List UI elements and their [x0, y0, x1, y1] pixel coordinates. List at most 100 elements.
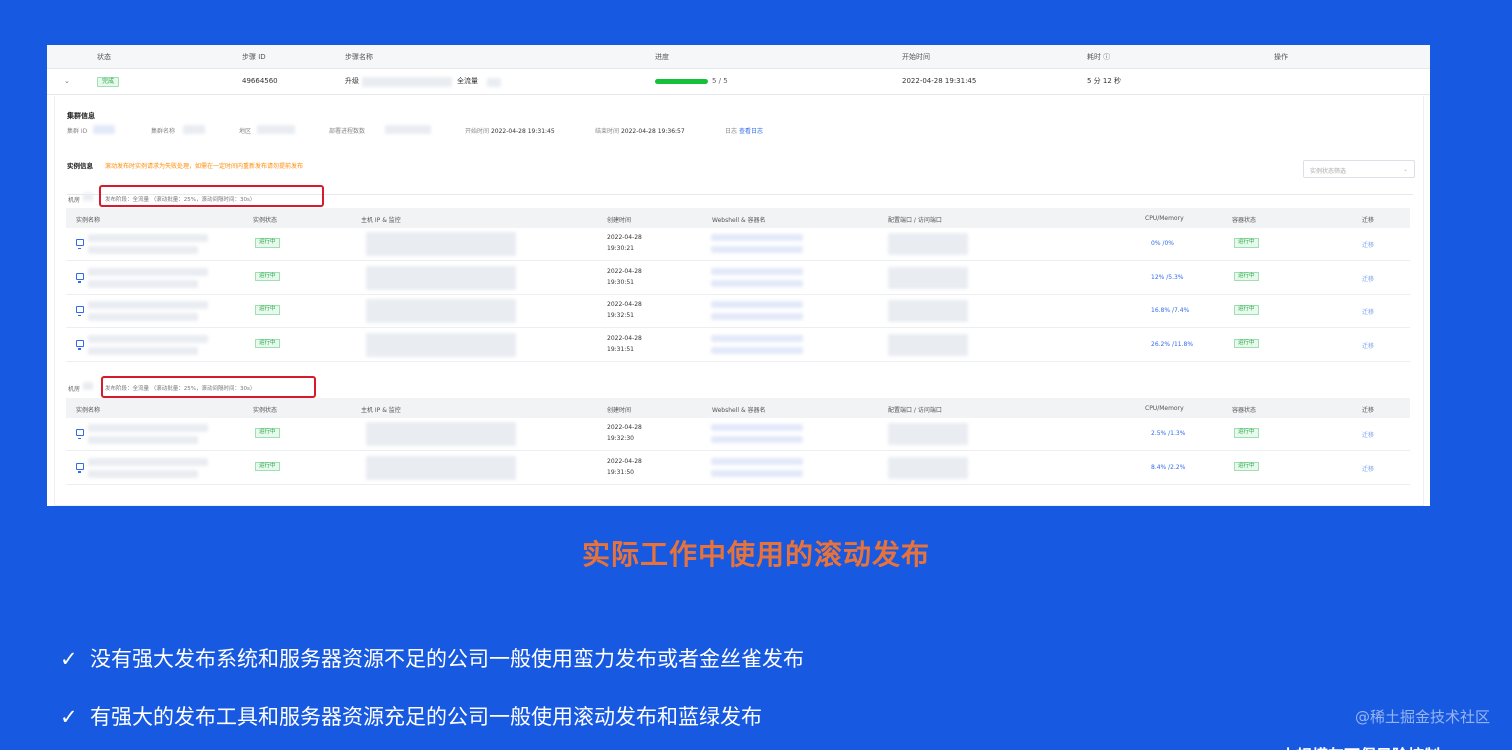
- th-host-ip: 主机 IP & 监控: [361, 217, 401, 224]
- bullet-text: 没有强大发布系统和服务器资源不足的公司一般使用蛮力发布或者金丝雀发布: [90, 647, 804, 671]
- instance-row[interactable]: 运行中 2022-04-28 19:31:51 26.2% /11.8% 运行中 迁移: [66, 329, 1410, 362]
- instance-row[interactable]: 运行中 2022-04-28 19:30:21 0% /0% 运行中 迁移: [66, 228, 1410, 261]
- redacted-host-ip: [366, 232, 516, 256]
- redacted-webshell: [711, 301, 803, 308]
- th-instance-status: 实例状态: [253, 407, 278, 414]
- end-label: 结束时间: [595, 128, 620, 135]
- header-step-id: 步骤 ID: [242, 53, 266, 61]
- instance-status-badge: 运行中: [255, 428, 280, 438]
- instance-row[interactable]: 运行中 2022-04-28 19:32:51 16.8% /7.4% 运行中 迁移: [66, 295, 1410, 328]
- create-date: 2022-04-28: [607, 457, 642, 465]
- cpu-memory-value[interactable]: 12% /5.3%: [1151, 274, 1184, 281]
- migrate-link[interactable]: 迁移: [1362, 240, 1374, 249]
- cluster-id-label: 集群 ID: [67, 128, 88, 135]
- create-date: 2022-04-28: [607, 424, 642, 431]
- header-start-time: 开始时间: [902, 53, 930, 61]
- th-instance-status: 实例状态: [253, 217, 278, 224]
- redacted-host-ip: [366, 455, 516, 480]
- redacted-process-count: [385, 125, 431, 134]
- step-name-suffix: 全流量: [457, 77, 478, 85]
- migrate-link[interactable]: 迁移: [1362, 307, 1374, 316]
- instance-row[interactable]: 运行中 2022-04-28 19:32:30 2.5% /1.3% 运行中 迁移: [66, 418, 1410, 451]
- release-console-screenshot: 状态 步骤 ID 步骤名称 进度 开始时间 耗时 ⓘ 操作 ⌄ 完成 49664…: [47, 45, 1430, 506]
- migrate-link[interactable]: 迁移: [1362, 464, 1374, 473]
- instance-status-badge: 运行中: [255, 238, 280, 248]
- redacted-instance-name: [88, 246, 198, 254]
- header-actions: 操作: [1274, 53, 1288, 61]
- cpu-memory-value[interactable]: 0% /0%: [1151, 240, 1174, 247]
- group-label: 机房: [68, 386, 81, 393]
- container-status-badge: 运行中: [1234, 461, 1259, 471]
- instance-table-header: 实例名称 实例状态 主机 IP & 监控 创建时间 Webshell & 容器名…: [66, 398, 1410, 418]
- container-status-badge: 运行中: [1234, 428, 1259, 438]
- redacted-webshell: [711, 457, 803, 465]
- redacted-host-ip: [366, 265, 516, 290]
- create-time: 19:32:30: [607, 435, 634, 442]
- migrate-link[interactable]: 迁移: [1362, 430, 1374, 439]
- container-status-badge: 运行中: [1234, 338, 1259, 348]
- header-progress: 进度: [655, 53, 669, 61]
- cpu-memory-value[interactable]: 8.4% /2.2%: [1151, 464, 1185, 471]
- group-rollout-info: 发布阶段：全流量 （滚动批量：25%，滚动间隔时间：30s）: [105, 197, 256, 203]
- redacted-instance-name: [88, 457, 208, 466]
- monitor-icon[interactable]: [76, 429, 84, 439]
- monitor-icon[interactable]: [76, 306, 84, 316]
- migrate-link[interactable]: 迁移: [1362, 274, 1374, 283]
- th-instance-name: 实例名称: [76, 217, 101, 224]
- redacted-instance-name: [88, 313, 198, 321]
- expand-chevron-icon[interactable]: ⌄: [64, 78, 70, 85]
- redacted-room: [83, 193, 93, 201]
- monitor-icon[interactable]: [76, 462, 84, 473]
- cpu-memory-value[interactable]: 2.5% /1.3%: [1151, 430, 1185, 437]
- redacted-instance-name: [88, 234, 208, 242]
- monitor-icon[interactable]: [76, 339, 84, 350]
- th-host-ip: 主机 IP & 监控: [361, 407, 401, 414]
- redacted-ports: [888, 456, 968, 479]
- instance-row[interactable]: 运行中 2022-04-28 19:31:50 8.4% /2.2% 运行中 迁移: [66, 452, 1410, 485]
- migrate-link[interactable]: 迁移: [1362, 341, 1374, 350]
- instance-warning: 滚动发布时实例请求为失败处理，如需在一定时间内重新发布请勿提前发布: [105, 163, 304, 170]
- cluster-info-title: 集群信息: [67, 112, 95, 120]
- monitor-icon[interactable]: [76, 239, 84, 249]
- instance-status-badge: 运行中: [255, 271, 280, 281]
- monitor-icon[interactable]: [76, 272, 84, 283]
- redacted-cluster-name: [183, 125, 205, 134]
- chevron-down-icon: ⌄: [1402, 166, 1408, 173]
- instance-status-filter[interactable]: 实例状态筛选 ⌄: [1303, 160, 1415, 178]
- view-log-link[interactable]: 查看日志: [739, 128, 763, 135]
- th-migrate: 迁移: [1362, 407, 1375, 414]
- step-id: 49664560: [242, 77, 278, 85]
- redacted-instance-name: [88, 469, 198, 478]
- step-row[interactable]: ⌄ 完成 49664560 升级 全流量 5 / 5 2022-04-28 19…: [47, 69, 1430, 95]
- redacted-instance-name: [88, 267, 208, 276]
- progress-bar: [655, 79, 708, 84]
- create-time: 19:30:51: [607, 278, 634, 286]
- cpu-memory-value[interactable]: 16.8% /7.4%: [1151, 307, 1189, 314]
- redacted-instance-name: [88, 301, 208, 309]
- header-duration: 耗时 ⓘ: [1087, 53, 1111, 61]
- group-rollout-info: 发布阶段：全流量 （滚动批量：25%，滚动间隔时间：30s）: [105, 386, 256, 392]
- redacted-ports: [888, 233, 968, 255]
- step-duration: 5 分 12 秒: [1087, 77, 1122, 85]
- redacted-container-name: [711, 313, 803, 320]
- step-name-prefix: 升级: [345, 77, 359, 85]
- instance-info-title: 实例信息: [67, 162, 93, 170]
- instance-row[interactable]: 运行中 2022-04-28 19:30:51 12% /5.3% 运行中 迁移: [66, 262, 1410, 295]
- th-create-time: 创建时间: [607, 407, 632, 414]
- process-count-label: 部署进程数数: [329, 128, 366, 135]
- redacted-container-name: [711, 436, 803, 443]
- cluster-start-time: 2022-04-28 19:31:45: [490, 128, 555, 135]
- instance-table-header: 实例名称 实例状态 主机 IP & 监控 创建时间 Webshell & 容器名…: [66, 208, 1410, 228]
- redacted-step-name: [362, 77, 452, 87]
- bullet-item: ✓ 有强大的发布工具和服务器资源充足的公司一般使用滚动发布和蓝绿发布: [60, 701, 762, 731]
- checkmark-icon: ✓: [60, 705, 78, 729]
- cutoff-caption: 小规模灰下保风险控制: [1280, 742, 1480, 750]
- create-time: 19:30:21: [607, 245, 634, 252]
- create-time: 19:31:51: [607, 345, 634, 353]
- th-instance-name: 实例名称: [76, 407, 101, 414]
- redacted-webshell: [711, 267, 803, 275]
- cpu-memory-value[interactable]: 26.2% /11.8%: [1151, 341, 1193, 348]
- redacted-cluster-id: [93, 125, 115, 134]
- step-status-badge: 完成: [97, 77, 120, 87]
- create-date: 2022-04-28: [607, 234, 642, 241]
